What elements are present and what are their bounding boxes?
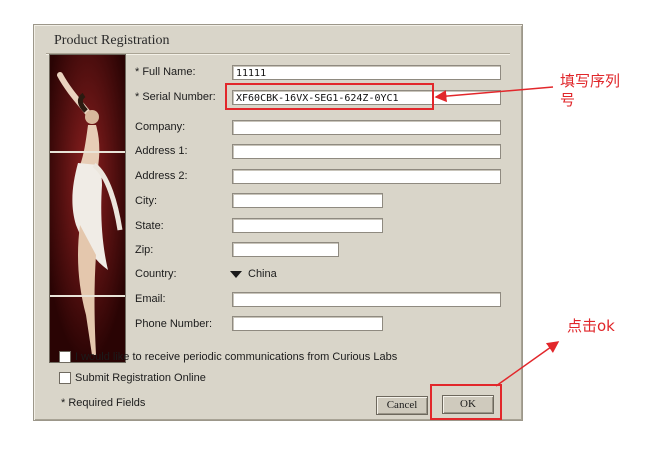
email-field[interactable] <box>232 292 501 307</box>
full-name-field[interactable]: 11111 <box>232 65 501 80</box>
submit-online-checkbox[interactable] <box>59 372 71 384</box>
full-name-label: * Full Name: <box>135 66 196 78</box>
company-label: Company: <box>135 121 186 133</box>
triangle-down-icon <box>230 270 242 278</box>
zip-field[interactable] <box>232 242 339 257</box>
ok-annotation-text: 点击ok <box>567 317 615 335</box>
cancel-button[interactable]: Cancel <box>376 396 428 415</box>
communications-checkbox[interactable] <box>59 351 71 363</box>
phone-number-field[interactable] <box>232 316 383 331</box>
zip-label: Zip: <box>135 244 154 256</box>
required-fields-note: * Required Fields <box>61 397 146 409</box>
communications-checkbox-row[interactable]: I would like to receive periodic communi… <box>59 351 397 363</box>
address-2-field[interactable] <box>232 169 501 184</box>
city-label: City: <box>135 195 157 207</box>
serial-highlight-box <box>225 83 434 110</box>
image-divider <box>50 151 125 153</box>
serial-number-label: * Serial Number: <box>135 91 216 103</box>
state-field[interactable] <box>232 218 383 233</box>
ok-highlight-box <box>430 384 502 420</box>
dancer-figure <box>50 55 125 362</box>
city-field[interactable] <box>232 193 383 208</box>
submit-online-checkbox-label: Submit Registration Online <box>75 372 206 384</box>
address-1-label: Address 1: <box>135 145 188 157</box>
submit-online-checkbox-row[interactable]: Submit Registration Online <box>59 372 206 384</box>
email-label: Email: <box>135 293 166 305</box>
dancer-image <box>49 54 126 363</box>
address-1-field[interactable] <box>232 144 501 159</box>
company-field[interactable] <box>232 120 501 135</box>
country-value: China <box>248 268 277 280</box>
communications-checkbox-label: I would like to receive periodic communi… <box>75 351 398 363</box>
country-dropdown[interactable]: China <box>230 268 277 280</box>
image-divider <box>50 295 125 297</box>
address-2-label: Address 2: <box>135 170 188 182</box>
serial-annotation-text: 填写序列号 <box>560 72 621 109</box>
country-label: Country: <box>135 268 177 280</box>
state-label: State: <box>135 220 164 232</box>
phone-number-label: Phone Number: <box>135 318 213 330</box>
dialog-title: Product Registration <box>54 33 170 48</box>
